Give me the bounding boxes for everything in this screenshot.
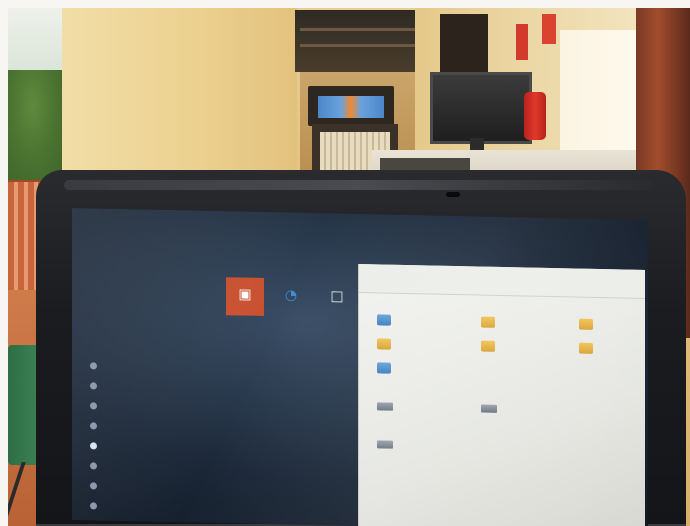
ceiling-beam-line [300,28,415,31]
tile-edge[interactable]: ◔ [272,278,310,317]
folder-icon [481,340,495,352]
explorer-toolbar [359,263,645,299]
start-menu-item[interactable] [90,436,240,457]
ceiling-beam-line [300,44,415,47]
folder-item[interactable] [579,318,599,330]
desktop-monitor [430,72,532,144]
folder-item[interactable] [579,342,599,354]
drive-icon [377,402,393,411]
folder-icon [377,314,391,326]
red-sign [542,14,556,44]
folder-item[interactable] [481,316,501,328]
drive-item[interactable] [377,440,399,449]
folder-icon [579,318,593,330]
folder-icon [377,362,391,374]
start-menu-item-settings[interactable] [90,496,240,517]
fire-extinguisher [524,92,546,140]
start-menu-item[interactable] [90,396,240,417]
app-icon [90,441,97,449]
folder-item[interactable] [481,340,501,352]
tile-store[interactable]: □ [318,279,356,318]
folder-item[interactable] [377,362,397,374]
drive-icon [481,404,497,413]
start-menu-list [90,356,240,519]
start-menu-item[interactable] [90,416,240,437]
app-icon [90,381,97,389]
folder-item[interactable] [377,314,397,326]
app-icon [90,401,97,409]
drive-item[interactable] [481,404,503,413]
start-menu-item[interactable] [90,456,240,477]
gear-icon [90,501,97,509]
sky [8,8,66,78]
folder-icon [481,316,495,328]
app-icon [90,361,97,369]
edge-icon: ◔ [284,287,298,304]
red-sign [516,24,528,60]
laptop-screen: ▣ ◔ □ [72,207,648,526]
network-drive-icon [377,440,393,449]
ceiling-beam [295,10,420,72]
bezel-highlight [64,180,654,190]
file-explorer-window [358,263,645,526]
photo-border [0,0,690,8]
start-menu-item[interactable] [90,356,240,377]
folder-icon [579,342,593,354]
start-menu: ▣ ◔ □ [72,208,356,526]
start-menu-item[interactable] [90,376,240,397]
store-icon: □ [330,288,344,305]
drive-item[interactable] [377,402,399,411]
left-wall [62,8,297,183]
photo: ▣ ◔ □ [0,0,690,526]
stained-glass-window [318,96,384,118]
start-menu-item[interactable] [90,476,240,497]
tile-office[interactable]: ▣ [226,277,264,316]
folder-icon [377,338,391,350]
app-icon [90,481,97,489]
app-icon [90,461,97,469]
folder-item[interactable] [377,338,397,350]
office-icon: ▣ [238,286,252,303]
app-icon [90,421,97,429]
photo-border [0,0,8,526]
webcam [446,192,460,197]
